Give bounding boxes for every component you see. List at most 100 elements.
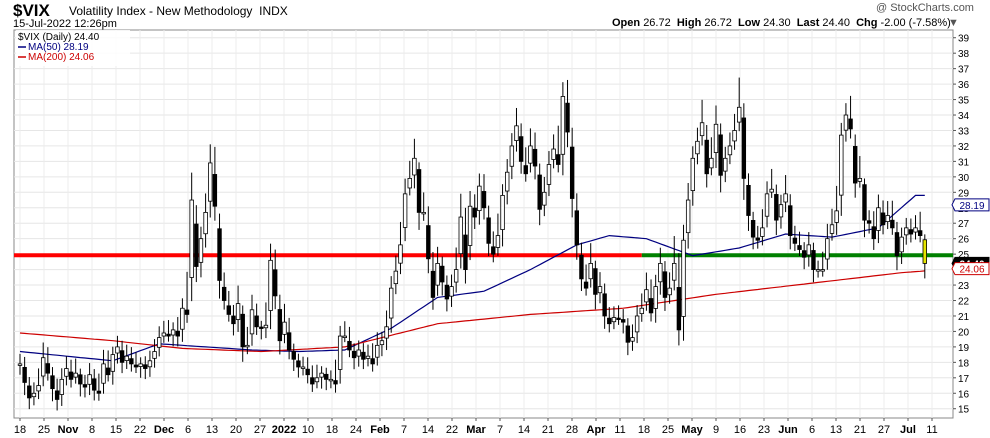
candle-body xyxy=(254,315,259,328)
candle-body xyxy=(630,337,635,342)
candle-body xyxy=(625,325,631,343)
x-tick-label: 27 xyxy=(878,424,890,436)
candle-body xyxy=(282,321,287,335)
candle-body xyxy=(718,134,723,176)
candle-body xyxy=(356,349,361,357)
y-tick-label: 17 xyxy=(958,374,970,385)
candle-body xyxy=(565,102,570,133)
candle-body xyxy=(398,244,403,264)
candle-body xyxy=(152,351,157,359)
candle-body xyxy=(588,263,593,280)
candle-body xyxy=(839,134,844,196)
x-tick-label: Dec xyxy=(154,424,174,436)
candle-body xyxy=(672,263,677,281)
candle-body xyxy=(899,236,904,253)
y-tick-label: 39 xyxy=(958,34,970,45)
candle-body xyxy=(834,210,839,223)
candle-body xyxy=(634,315,640,333)
candle-body xyxy=(514,125,519,142)
x-tick-label: 21 xyxy=(542,424,554,436)
candle-body xyxy=(560,96,566,155)
caret-down-icon[interactable]: ▼ xyxy=(948,17,959,29)
candle-body xyxy=(904,227,909,236)
candle-body xyxy=(124,355,129,361)
candle-body xyxy=(542,191,547,206)
candle-body xyxy=(365,355,371,359)
candle-body xyxy=(310,377,315,385)
candle-body xyxy=(347,340,352,351)
candle-body xyxy=(546,164,552,185)
candle-body xyxy=(379,340,385,346)
candle-body xyxy=(263,324,269,329)
candle-body xyxy=(583,281,589,289)
candle-body xyxy=(639,307,644,315)
candle-body xyxy=(699,122,705,137)
candle-body xyxy=(129,358,134,365)
x-tick-label: 24 xyxy=(350,424,362,436)
candle-body xyxy=(537,174,542,210)
candle-body xyxy=(574,210,579,246)
candle-body xyxy=(467,205,473,246)
candle-body xyxy=(556,154,561,165)
candle-body xyxy=(342,335,347,338)
x-tick-label: May xyxy=(681,424,703,436)
candle-body xyxy=(440,265,445,283)
legend-ma200: MA(200) 24.06 xyxy=(28,52,95,63)
candle-body xyxy=(31,392,37,398)
candle-body xyxy=(737,106,742,123)
y-tick-label: 34 xyxy=(958,111,970,122)
x-tick-label: Jun xyxy=(778,424,798,436)
candle-body xyxy=(774,194,779,221)
candle-body xyxy=(105,367,111,376)
y-tick-label: 16 xyxy=(958,389,970,400)
candle-body xyxy=(648,298,654,314)
candle-body xyxy=(444,284,450,300)
candle-body xyxy=(755,237,760,241)
x-tick-label: Feb xyxy=(370,424,390,436)
candle-body xyxy=(509,145,515,167)
ohlc-readout: Open 26.72 High 26.72 Low 24.30 Last 24.… xyxy=(612,17,951,29)
candle-body xyxy=(161,332,167,337)
candle-body xyxy=(300,366,306,369)
candle-body xyxy=(769,188,774,193)
candle-body xyxy=(764,193,770,217)
y-tick-label: 30 xyxy=(958,173,970,184)
candle-body xyxy=(760,227,765,237)
candle-body xyxy=(662,271,668,298)
x-tick-label: 28 xyxy=(566,424,578,436)
symbol-description: Volatility Index - New Methodology xyxy=(69,4,253,18)
candle-body xyxy=(82,384,88,388)
x-tick-label: Apr xyxy=(587,424,607,436)
x-tick-label: 25 xyxy=(38,424,50,436)
candle-body xyxy=(681,239,686,317)
candle-body xyxy=(528,145,533,164)
candle-body xyxy=(240,313,245,348)
y-tick-label: 18 xyxy=(958,358,970,369)
candle-body xyxy=(843,114,849,131)
candle-body xyxy=(602,293,607,317)
x-tick-label: 13 xyxy=(830,424,842,436)
x-tick-label: 8 xyxy=(89,424,95,436)
candle-body xyxy=(788,205,793,236)
candle-body xyxy=(486,217,491,244)
candle-body xyxy=(328,378,334,382)
y-tick-label: 32 xyxy=(958,142,970,153)
candle-body xyxy=(792,237,798,244)
candle-body xyxy=(337,335,343,370)
x-tick-label: 21 xyxy=(854,424,866,436)
y-tick-label: 33 xyxy=(958,126,970,137)
candle-body xyxy=(885,215,890,222)
candle-body xyxy=(806,244,811,256)
candle-body xyxy=(853,146,858,184)
candle-body xyxy=(815,269,821,272)
x-tick-label: 14 xyxy=(518,424,530,436)
candle-body xyxy=(370,358,375,365)
candle-body xyxy=(175,330,180,337)
chart-panel: 15 16 17 18 19 20 21 22 23 24 25 26 27 28 29 30 31 32 33 34… xyxy=(0,0,990,438)
y-tick-label: 38 xyxy=(958,49,970,60)
candle-body xyxy=(180,307,185,330)
x-tick-label: 6 xyxy=(809,424,815,436)
candle-body xyxy=(402,193,408,228)
x-tick-label: 11 xyxy=(614,424,625,436)
x-tick-label: 2022 xyxy=(272,424,296,436)
